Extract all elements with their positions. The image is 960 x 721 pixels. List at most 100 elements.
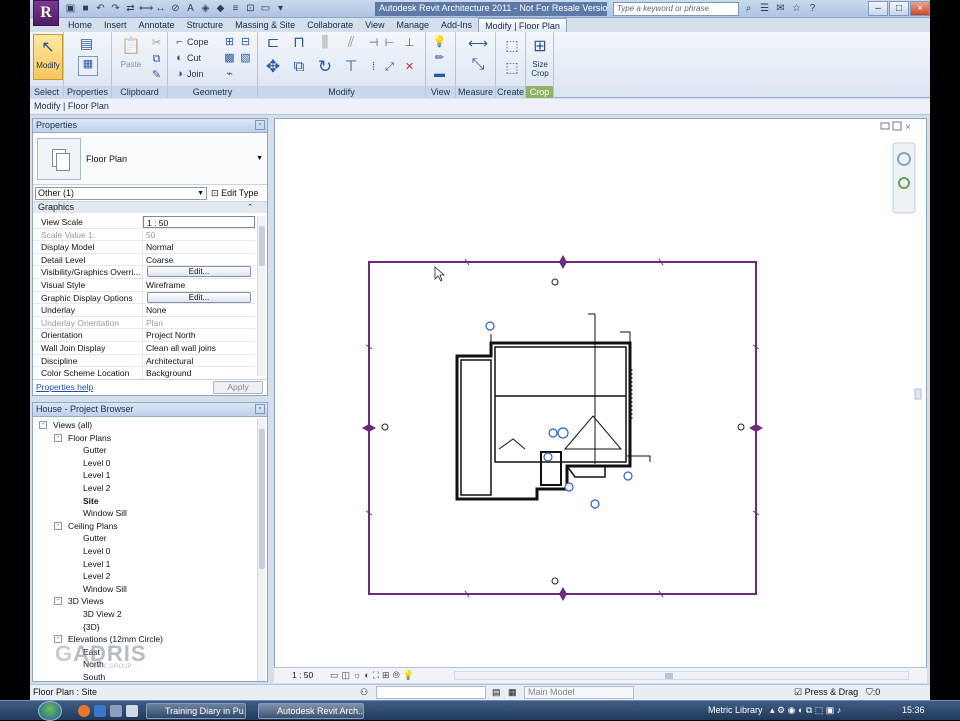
undo-icon[interactable]: ↶ [94,2,107,15]
temporary-hide-icon[interactable]: ⦾ [393,670,400,681]
start-button[interactable] [38,701,62,721]
drawing-area[interactable]: × [274,118,927,683]
scroll-thumb[interactable] [665,673,673,679]
copy-element-icon[interactable]: ⧉ [288,59,310,80]
tab-modify-floor-plan[interactable]: Modify | Floor Plan [478,18,567,32]
properties-icon[interactable]: ▦ [78,56,98,76]
prop-row-orientation[interactable]: Orientation Project North [33,329,255,342]
redo-icon[interactable]: ↷ [109,2,122,15]
explorer-icon[interactable] [94,705,106,717]
instance-filter-select[interactable]: Other (1) ▼ [35,187,207,200]
crop-grip-bottom[interactable] [559,587,567,601]
delete-icon[interactable]: ✕ [402,60,417,74]
editing-requests-icon[interactable]: ▦ [508,687,517,698]
cut-icon[interactable]: ✂ [149,36,164,50]
paint-icon[interactable]: ▩ [222,51,237,65]
dimension-grip[interactable] [485,321,495,331]
dimension-grip[interactable] [564,482,574,492]
pin-icon[interactable]: ⊥ [402,36,417,50]
browser-item[interactable]: South [33,671,257,681]
maximize-view-icon[interactable] [892,121,902,131]
prop-row-display-model[interactable]: Display Model Normal [33,241,255,254]
prop-row-visibility-graphics[interactable]: Visibility/Graphics Overri... Edit... [33,266,255,279]
sun-path-icon[interactable]: ☼ [353,670,361,681]
crop-grip-top[interactable] [559,255,567,269]
cope-icon[interactable]: ⌐ [172,35,187,49]
crop-view-icon[interactable]: ⛶ [373,670,379,681]
aligned-dimension-icon[interactable]: ⤡ [468,57,488,78]
browser-item[interactable]: {3D} [33,621,257,634]
browser-item[interactable]: - Floor Plans [33,432,257,445]
dimension-icon[interactable]: ↔ [154,2,167,15]
browser-item[interactable]: Gutter [33,444,257,457]
prop-row-color-scheme-location[interactable]: Color Scheme Location Background [33,367,255,380]
vertical-scroll-thumb[interactable] [914,388,922,400]
split-gap-icon[interactable]: ⊢ [382,36,397,50]
graphic-display-edit-button[interactable]: Edit... [147,291,251,303]
tab-annotate[interactable]: Annotate [133,18,181,32]
workset-select[interactable] [376,686,486,699]
browser-item[interactable]: 3D View 2 [33,608,257,621]
modify-button[interactable]: ↖ Modify [33,34,63,80]
browser-item[interactable]: Level 0 [33,545,257,558]
visibility-edit-button[interactable]: Edit... [147,266,251,278]
prop-row-visual-style[interactable]: Visual Style Wireframe [33,278,255,292]
filter-icon[interactable]: ⛉:0 [866,687,880,698]
prop-row-underlay[interactable]: Underlay None [33,304,255,317]
cut-geometry-button[interactable]: Cut [187,51,201,65]
close-view-icon[interactable]: × [905,122,911,133]
tree-toggle-icon[interactable]: - [39,421,47,429]
browser-item[interactable]: - Views (all) [33,419,257,432]
group-graphics[interactable]: Graphics ⌃ [33,202,267,213]
mirror-draw-icon[interactable]: ⫽ [340,35,362,54]
browser-item[interactable]: - Ceiling Plans [33,520,257,533]
tab-insert[interactable]: Insert [98,18,133,32]
override-graphics-icon[interactable]: ✏ [432,51,447,65]
tray-library[interactable]: Metric Library [708,705,763,715]
revit-app-button[interactable]: R [33,0,59,26]
linework-icon[interactable]: ▬ [432,67,447,81]
system-tray-icons[interactable]: ▴ ⚙ ◉ ◐ ⧉ ⬚ ▣ ♪ [770,705,841,716]
tab-home[interactable]: Home [62,18,98,32]
elevation-south-icon[interactable] [551,577,559,585]
type-selector[interactable]: Floor Plan ▼ [33,133,267,185]
maximize-button[interactable]: □ [889,1,909,16]
hide-icon[interactable]: 💡 [432,35,447,49]
dimension-grip[interactable] [590,499,600,509]
mirror-axis-icon[interactable]: ⫼ [314,35,336,54]
tab-collaborate[interactable]: Collaborate [301,18,359,32]
favorites-icon[interactable]: ☆ [790,2,803,15]
measure-icon[interactable]: ⟷ [139,2,153,15]
shadows-icon[interactable]: ◐ [364,670,369,681]
minimize-button[interactable]: – [868,1,888,16]
tree-toggle-icon[interactable]: - [54,433,62,442]
browser-item[interactable]: Level 2 [33,570,257,583]
restore-view-icon[interactable] [880,122,890,130]
dimension-grip[interactable] [548,428,558,438]
show-crop-icon[interactable]: ⊞ [382,670,390,681]
crop-grip-left[interactable] [362,424,376,432]
trim-icon[interactable]: ⊤ [340,59,362,80]
scroll-thumb[interactable] [259,429,265,569]
elevation-north-icon[interactable] [551,278,559,286]
array-icon[interactable]: ⁞ [366,60,381,74]
prop-row-graphic-display[interactable]: Graphic Display Options Edit... [33,291,255,305]
tab-manage[interactable]: Manage [391,18,436,32]
prop-row-detail-level[interactable]: Detail Level Coarse [33,253,255,267]
match-properties-icon[interactable]: ✎ [149,68,164,82]
prop-row-discipline[interactable]: Discipline Architectural [33,354,255,368]
browser-item[interactable]: Level 2 [33,482,257,495]
demolish-icon[interactable]: ⌁ [222,67,237,81]
elevation-east-icon[interactable] [737,423,745,431]
edit-type-button[interactable]: ⊡ Edit Type [211,188,258,199]
section-icon[interactable]: ◆ [214,2,227,15]
elevation-west-icon[interactable] [381,423,389,431]
reveal-hidden-icon[interactable]: 💡 [403,670,414,681]
join-button[interactable]: Join [187,67,204,81]
3d-view-icon[interactable]: ◈ [199,2,212,15]
visual-style-icon[interactable]: ◫ [342,670,351,681]
firefox-icon[interactable] [78,705,90,717]
horizontal-scrollbar[interactable] [454,671,909,680]
close-palette-icon[interactable]: ▫ [255,120,265,130]
media-icon[interactable] [110,705,122,717]
